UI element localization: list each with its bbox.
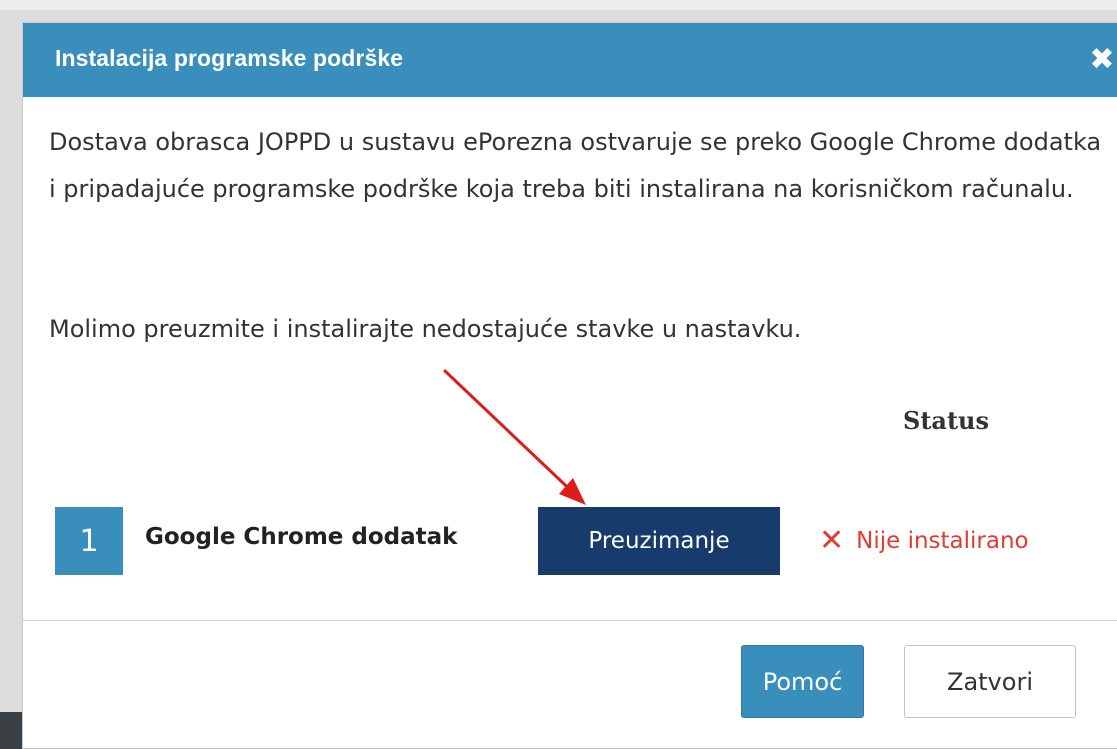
close-icon[interactable]: ✖: [1087, 45, 1117, 75]
download-button[interactable]: Preuzimanje: [538, 507, 780, 575]
close-button[interactable]: Zatvori: [904, 645, 1076, 718]
footer-divider: [23, 620, 1117, 621]
intro-text: Dostava obrasca JOPPD u sustavu ePorezna…: [49, 128, 1102, 203]
backdrop-overlay: [0, 712, 22, 749]
backdrop-top: [0, 0, 1117, 10]
x-icon: ✕: [819, 523, 845, 558]
status-column-heading: Status: [903, 406, 990, 435]
install-dialog: Instalacija programske podrške ✖ Dostava…: [22, 22, 1117, 749]
help-button[interactable]: Pomoć: [741, 645, 864, 718]
request-text: Molimo preuzmite i instalirajte nedostaj…: [49, 315, 802, 343]
install-status-text: Nije instalirano: [856, 528, 1029, 554]
dialog-header: Instalacija programske podrške ✖: [23, 23, 1117, 97]
item-name: Google Chrome dodatak: [145, 524, 458, 550]
step-number-badge: 1: [55, 507, 123, 575]
install-status: ✕ Nije instalirano: [819, 526, 1029, 556]
dialog-title: Instalacija programske podrške: [55, 45, 404, 71]
